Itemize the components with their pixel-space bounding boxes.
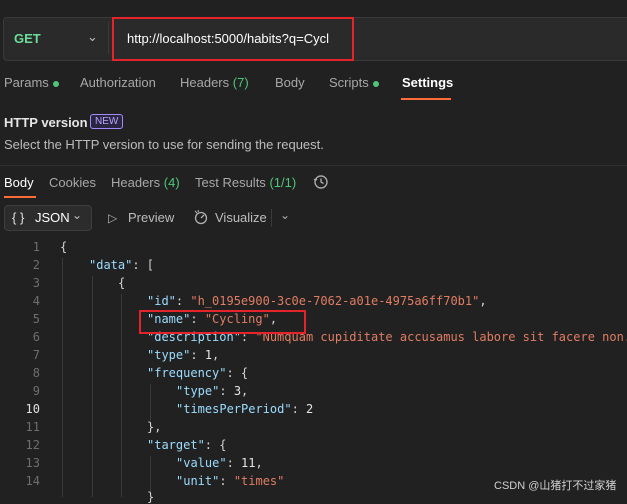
test-results-count: (1/1) xyxy=(269,175,297,190)
tab-authorization[interactable]: Authorization xyxy=(80,75,156,90)
visualize-icon[interactable] xyxy=(192,208,210,226)
json-number: 11 xyxy=(241,456,256,470)
line-number: 14 xyxy=(25,474,40,488)
json-key: "frequency" xyxy=(147,366,227,380)
section-divider xyxy=(0,165,627,166)
json-key: "type" xyxy=(147,348,191,362)
response-headers-count: (4) xyxy=(163,175,180,190)
visualize-button[interactable]: Visualize xyxy=(215,210,267,225)
json-key: "value" xyxy=(176,456,227,470)
watermark: CSDN @山猪打不过家猪 xyxy=(494,480,617,492)
response-tab-test-results-label: Test Results xyxy=(195,175,266,190)
chevron-down-icon[interactable]: ⌄ xyxy=(87,29,98,45)
response-tab-test-results[interactable]: Test Results (1/1) xyxy=(195,175,296,190)
tab-headers[interactable]: Headers (7) xyxy=(180,75,249,90)
json-string: "h_0195e900-3c0e-7062-a01e-4975a6ff70b1" xyxy=(190,294,480,308)
tab-params[interactable]: Params xyxy=(4,75,59,90)
code-line-11: }, xyxy=(147,420,162,434)
tab-settings-label: Settings xyxy=(402,75,454,90)
response-tab-body[interactable]: Body xyxy=(4,175,34,190)
line-number: 4 xyxy=(32,294,40,308)
active-response-tab-indicator xyxy=(4,196,36,198)
visualize-dropdown-chevron-icon[interactable]: ⌄ xyxy=(280,208,290,222)
indent-guide xyxy=(92,276,93,497)
indent-guide xyxy=(150,456,151,492)
history-icon[interactable] xyxy=(312,173,330,191)
code-line-12: "target": { xyxy=(147,438,227,452)
json-key: "id" xyxy=(147,294,176,308)
code-line-15: } xyxy=(147,490,155,504)
tab-body-label: Body xyxy=(275,75,305,90)
braces-icon: { } xyxy=(12,210,25,225)
tab-params-label: Params xyxy=(4,75,49,90)
code-line-1: { xyxy=(60,240,68,254)
url-divider xyxy=(108,22,109,54)
indent-guide xyxy=(62,258,63,497)
format-label: JSON xyxy=(35,210,70,225)
http-version-description: Select the HTTP version to use for sendi… xyxy=(4,137,324,152)
toolbar-divider xyxy=(271,209,272,227)
code-line-4: "id": "h_0195e900-3c0e-7062-a01e-4975a6f… xyxy=(147,294,487,308)
response-tab-cookies-label: Cookies xyxy=(49,175,96,190)
new-badge: NEW xyxy=(90,114,124,129)
code-line-2: "data": [ xyxy=(89,258,155,272)
code-line-9: "type": 3, xyxy=(176,384,249,398)
indent-guide xyxy=(150,384,151,420)
tab-scripts[interactable]: Scripts xyxy=(329,75,379,90)
tab-headers-label: Headers xyxy=(180,75,230,90)
line-number: 6 xyxy=(32,330,40,344)
response-tab-cookies[interactable]: Cookies xyxy=(49,175,96,190)
play-icon[interactable]: ▷ xyxy=(108,211,117,225)
line-number: 9 xyxy=(32,384,40,398)
code-line-10: "timesPerPeriod": 2 xyxy=(176,402,314,416)
tab-scripts-label: Scripts xyxy=(329,75,369,90)
line-number: 3 xyxy=(32,276,40,290)
code-line-8: "frequency": { xyxy=(147,366,249,380)
tab-settings[interactable]: Settings xyxy=(402,75,453,90)
response-tab-body-label: Body xyxy=(4,175,34,190)
code-line-14: "unit": "times" xyxy=(176,474,285,488)
line-number-current: 10 xyxy=(25,402,40,416)
json-number: 1 xyxy=(204,348,213,362)
json-key: "unit" xyxy=(176,474,220,488)
headers-count: (7) xyxy=(232,75,249,90)
name-highlight-box xyxy=(139,310,306,334)
json-key: "timesPerPeriod" xyxy=(176,402,292,416)
response-tab-headers[interactable]: Headers (4) xyxy=(111,175,180,190)
line-number: 1 xyxy=(32,240,40,254)
json-key: "data" xyxy=(89,258,133,272)
active-tab-indicator xyxy=(401,98,451,100)
json-string: "Numquam cupiditate accusamus labore sit… xyxy=(255,330,627,344)
format-chevron-icon: ⌄ xyxy=(72,208,83,222)
method-selector[interactable]: GET xyxy=(14,31,41,46)
line-number: 7 xyxy=(32,348,40,362)
line-number: 13 xyxy=(25,456,40,470)
tab-body[interactable]: Body xyxy=(275,75,305,90)
code-line-7: "type": 1, xyxy=(147,348,220,362)
params-indicator-dot xyxy=(52,80,59,87)
json-key: "target" xyxy=(147,438,205,452)
line-number: 12 xyxy=(25,438,40,452)
code-line-13: "value": 11, xyxy=(176,456,263,470)
scripts-indicator-dot xyxy=(372,80,379,87)
url-highlight-box xyxy=(112,17,354,61)
preview-button[interactable]: Preview xyxy=(128,210,174,225)
code-line-3: { xyxy=(118,276,126,290)
http-version-title: HTTP version xyxy=(4,115,88,130)
line-number: 11 xyxy=(25,420,40,434)
json-number: 3 xyxy=(233,384,242,398)
indent-guide xyxy=(121,294,122,497)
line-number: 2 xyxy=(32,258,40,272)
json-key: "type" xyxy=(176,384,220,398)
json-string: "times" xyxy=(233,474,285,488)
line-number: 5 xyxy=(32,312,40,326)
json-number: 2 xyxy=(306,402,314,416)
response-tab-headers-label: Headers xyxy=(111,175,161,190)
tab-authorization-label: Authorization xyxy=(80,75,156,90)
line-number: 8 xyxy=(32,366,40,380)
